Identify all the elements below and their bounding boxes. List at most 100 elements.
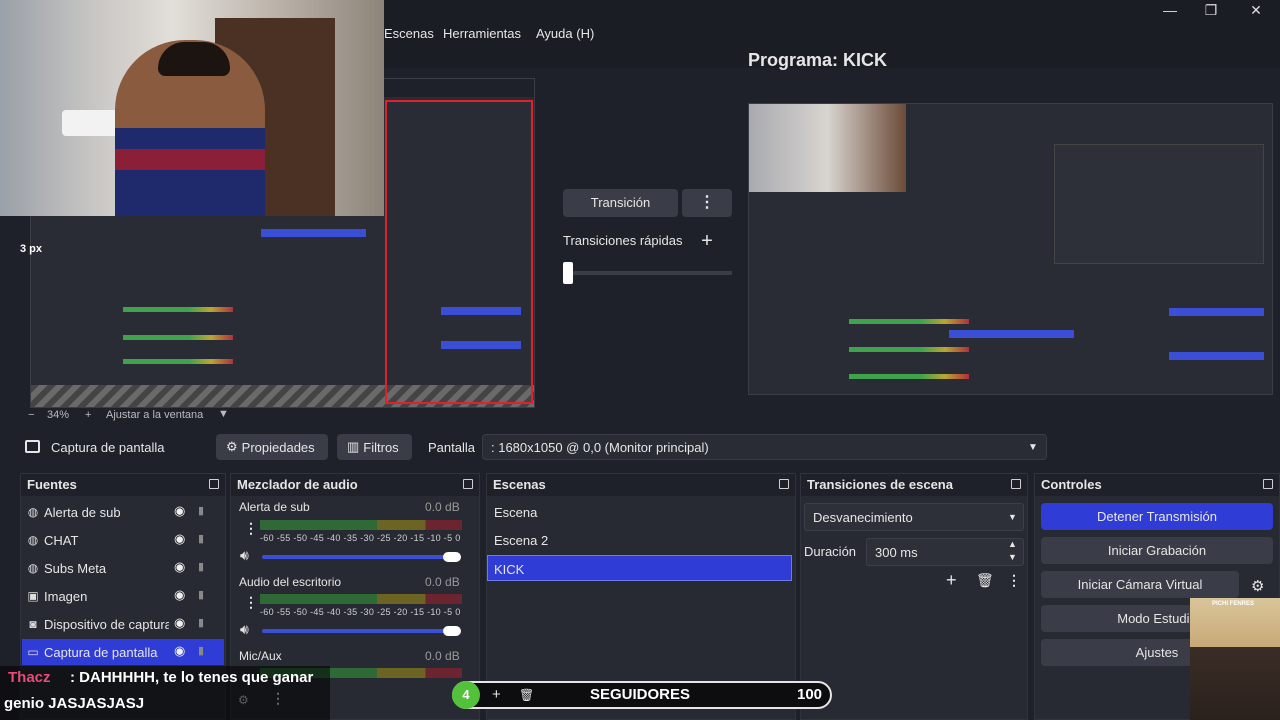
lock-icon[interactable]: ▮: [198, 533, 210, 545]
float-dock-icon[interactable]: [779, 479, 789, 489]
source-label: Alerta de sub: [44, 504, 121, 520]
eye-icon[interactable]: ◉: [174, 616, 190, 630]
followers-badge: 4: [452, 681, 480, 709]
menu-ayuda[interactable]: Ayuda (H): [536, 26, 594, 41]
volume-slider[interactable]: [262, 555, 457, 559]
scene-row-selected[interactable]: KICK: [487, 555, 792, 581]
source-label: Imagen: [44, 588, 88, 604]
eye-icon[interactable]: ◉: [174, 588, 190, 602]
duration-label: Duración: [804, 544, 857, 559]
transition-button[interactable]: Transición: [563, 189, 678, 217]
image-icon: ▣: [27, 589, 39, 603]
trash-icon: 🗑︎: [519, 688, 535, 702]
filters-label: Filtros: [363, 439, 399, 455]
float-dock-icon[interactable]: [1011, 479, 1021, 489]
secondary-cam-overlay: [1190, 598, 1280, 720]
followers-label: SEGUIDORES: [590, 686, 691, 703]
minimize-icon[interactable]: —: [1150, 2, 1190, 22]
zoom-dropdown-icon[interactable]: ▼: [218, 408, 229, 420]
source-row[interactable]: ▣ Imagen ◉ ▮: [22, 583, 224, 609]
trash-icon[interactable]: 🗑︎: [976, 572, 994, 589]
source-label: Captura de pantalla: [44, 644, 158, 660]
menu-herramientas[interactable]: Herramientas: [443, 26, 521, 41]
float-dock-icon[interactable]: [209, 479, 219, 489]
speaker-icon[interactable]: 🔊︎: [240, 547, 249, 564]
meter-ticks: -60 -55 -50 -45 -40 -35 -30 -25 -20 -15 …: [260, 533, 461, 543]
source-label: CHAT: [44, 532, 79, 548]
obs-window: Escenas Herramientas Ayuda (H) — ❐ ✕ 3 p…: [0, 0, 1280, 720]
transition-menu-button[interactable]: ⋮: [682, 189, 732, 217]
speaker-icon[interactable]: 🔊︎: [240, 621, 249, 638]
chat-message: : DAHHHHH, te lo tenes que ganar: [70, 669, 314, 686]
meter-ticks: -60 -55 -50 -45 -40 -35 -30 -25 -20 -15 …: [260, 607, 461, 617]
duration-input[interactable]: 300 ms: [866, 538, 1024, 566]
source-row[interactable]: ◍ Subs Meta ◉ ▮: [22, 555, 224, 581]
zoom-out-button[interactable]: −: [28, 409, 34, 421]
channel-menu-icon[interactable]: ⋮: [244, 520, 258, 537]
lock-icon[interactable]: ▮: [198, 617, 210, 629]
channel-db: 0.0 dB: [425, 500, 460, 514]
source-label: Dispositivo de captura: [44, 616, 169, 632]
float-dock-icon[interactable]: [463, 479, 473, 489]
scenes-title: Escenas: [487, 474, 795, 496]
tbar-track[interactable]: [563, 271, 732, 275]
screen-select[interactable]: : 1680x1050 @ 0,0 (Monitor principal): [482, 434, 1047, 460]
sources-title: Fuentes: [21, 474, 225, 496]
add-icon: +: [492, 686, 501, 703]
transition-select[interactable]: Desvanecimiento: [804, 503, 1024, 531]
eye-icon[interactable]: ◉: [174, 532, 190, 546]
channel-menu-icon[interactable]: ⋮: [244, 594, 258, 611]
chevron-down-icon: ▼: [1028, 442, 1038, 453]
zoom-in-button[interactable]: +: [85, 409, 91, 421]
filters-button[interactable]: ▥ Filtros: [337, 434, 412, 460]
monitor-icon: [25, 440, 40, 453]
add-transition-icon[interactable]: +: [946, 570, 957, 591]
lock-icon[interactable]: ▮: [198, 589, 210, 601]
duration-value: 300 ms: [875, 545, 918, 560]
source-row[interactable]: ◍ Alerta de sub ◉ ▮: [22, 499, 224, 525]
channel-name: Alerta de sub: [239, 500, 310, 514]
add-quick-transition-button[interactable]: +: [682, 228, 732, 254]
camera-icon: ◙: [29, 617, 37, 631]
restore-icon[interactable]: ❐: [1191, 2, 1231, 22]
eye-icon[interactable]: ◉: [174, 644, 190, 658]
float-dock-icon[interactable]: [1263, 479, 1273, 489]
gear-icon: ⚙: [226, 439, 238, 454]
fit-window-label[interactable]: Ajustar a la ventana: [106, 409, 203, 421]
stepper-icon[interactable]: ▲ ▼: [1008, 538, 1017, 564]
menu-escenas[interactable]: Escenas: [384, 26, 434, 41]
eye-icon[interactable]: ◉: [174, 504, 190, 518]
source-row[interactable]: ◙ Dispositivo de captura ◉ ▮: [22, 611, 224, 637]
sources-list: ◍ Alerta de sub ◉ ▮ ◍ CHAT ◉ ▮ ◍ Subs Me…: [20, 497, 226, 667]
channel-db: 0.0 dB: [425, 649, 460, 663]
scene-row[interactable]: Escena 2: [488, 527, 793, 553]
start-virtual-camera-button[interactable]: Iniciar Cámara Virtual: [1041, 571, 1239, 598]
volume-knob[interactable]: [443, 552, 461, 562]
channel-name: Audio del escritorio: [239, 575, 342, 589]
quick-transitions-label: Transiciones rápidas: [563, 233, 683, 248]
px-label: 3 px: [20, 243, 43, 255]
globe-icon: ◍: [27, 561, 39, 575]
start-recording-button[interactable]: Iniciar Grabación: [1041, 537, 1273, 564]
stop-streaming-button[interactable]: Detener Transmisión: [1041, 503, 1273, 530]
virtual-camera-gear-icon[interactable]: ⚙: [1251, 577, 1264, 595]
filter-icon: ▥: [347, 439, 360, 454]
transition-menu-icon[interactable]: ⋮: [1007, 572, 1021, 589]
lock-icon[interactable]: ▮: [198, 561, 210, 573]
followers-count: 100: [797, 686, 823, 703]
channel-name: Mic/Aux: [239, 649, 282, 663]
volume-knob[interactable]: [443, 626, 461, 636]
source-row[interactable]: ◍ CHAT ◉ ▮: [22, 527, 224, 553]
chevron-down-icon: ▼: [1008, 512, 1017, 522]
scene-row[interactable]: Escena: [488, 499, 793, 525]
tbar-handle[interactable]: [563, 262, 573, 284]
lock-icon[interactable]: ▮: [198, 505, 210, 517]
volume-slider[interactable]: [262, 629, 457, 633]
close-icon[interactable]: ✕: [1236, 2, 1276, 22]
program-title: Programa: KICK: [748, 50, 888, 70]
secondary-cam-label: PICHI FENRES: [1212, 601, 1255, 607]
eye-icon[interactable]: ◉: [174, 560, 190, 574]
source-row-selected[interactable]: ▭ Captura de pantalla ◉ ▮: [22, 639, 224, 665]
lock-icon[interactable]: ▮: [198, 645, 210, 657]
properties-button[interactable]: ⚙ Propiedades: [216, 434, 328, 460]
